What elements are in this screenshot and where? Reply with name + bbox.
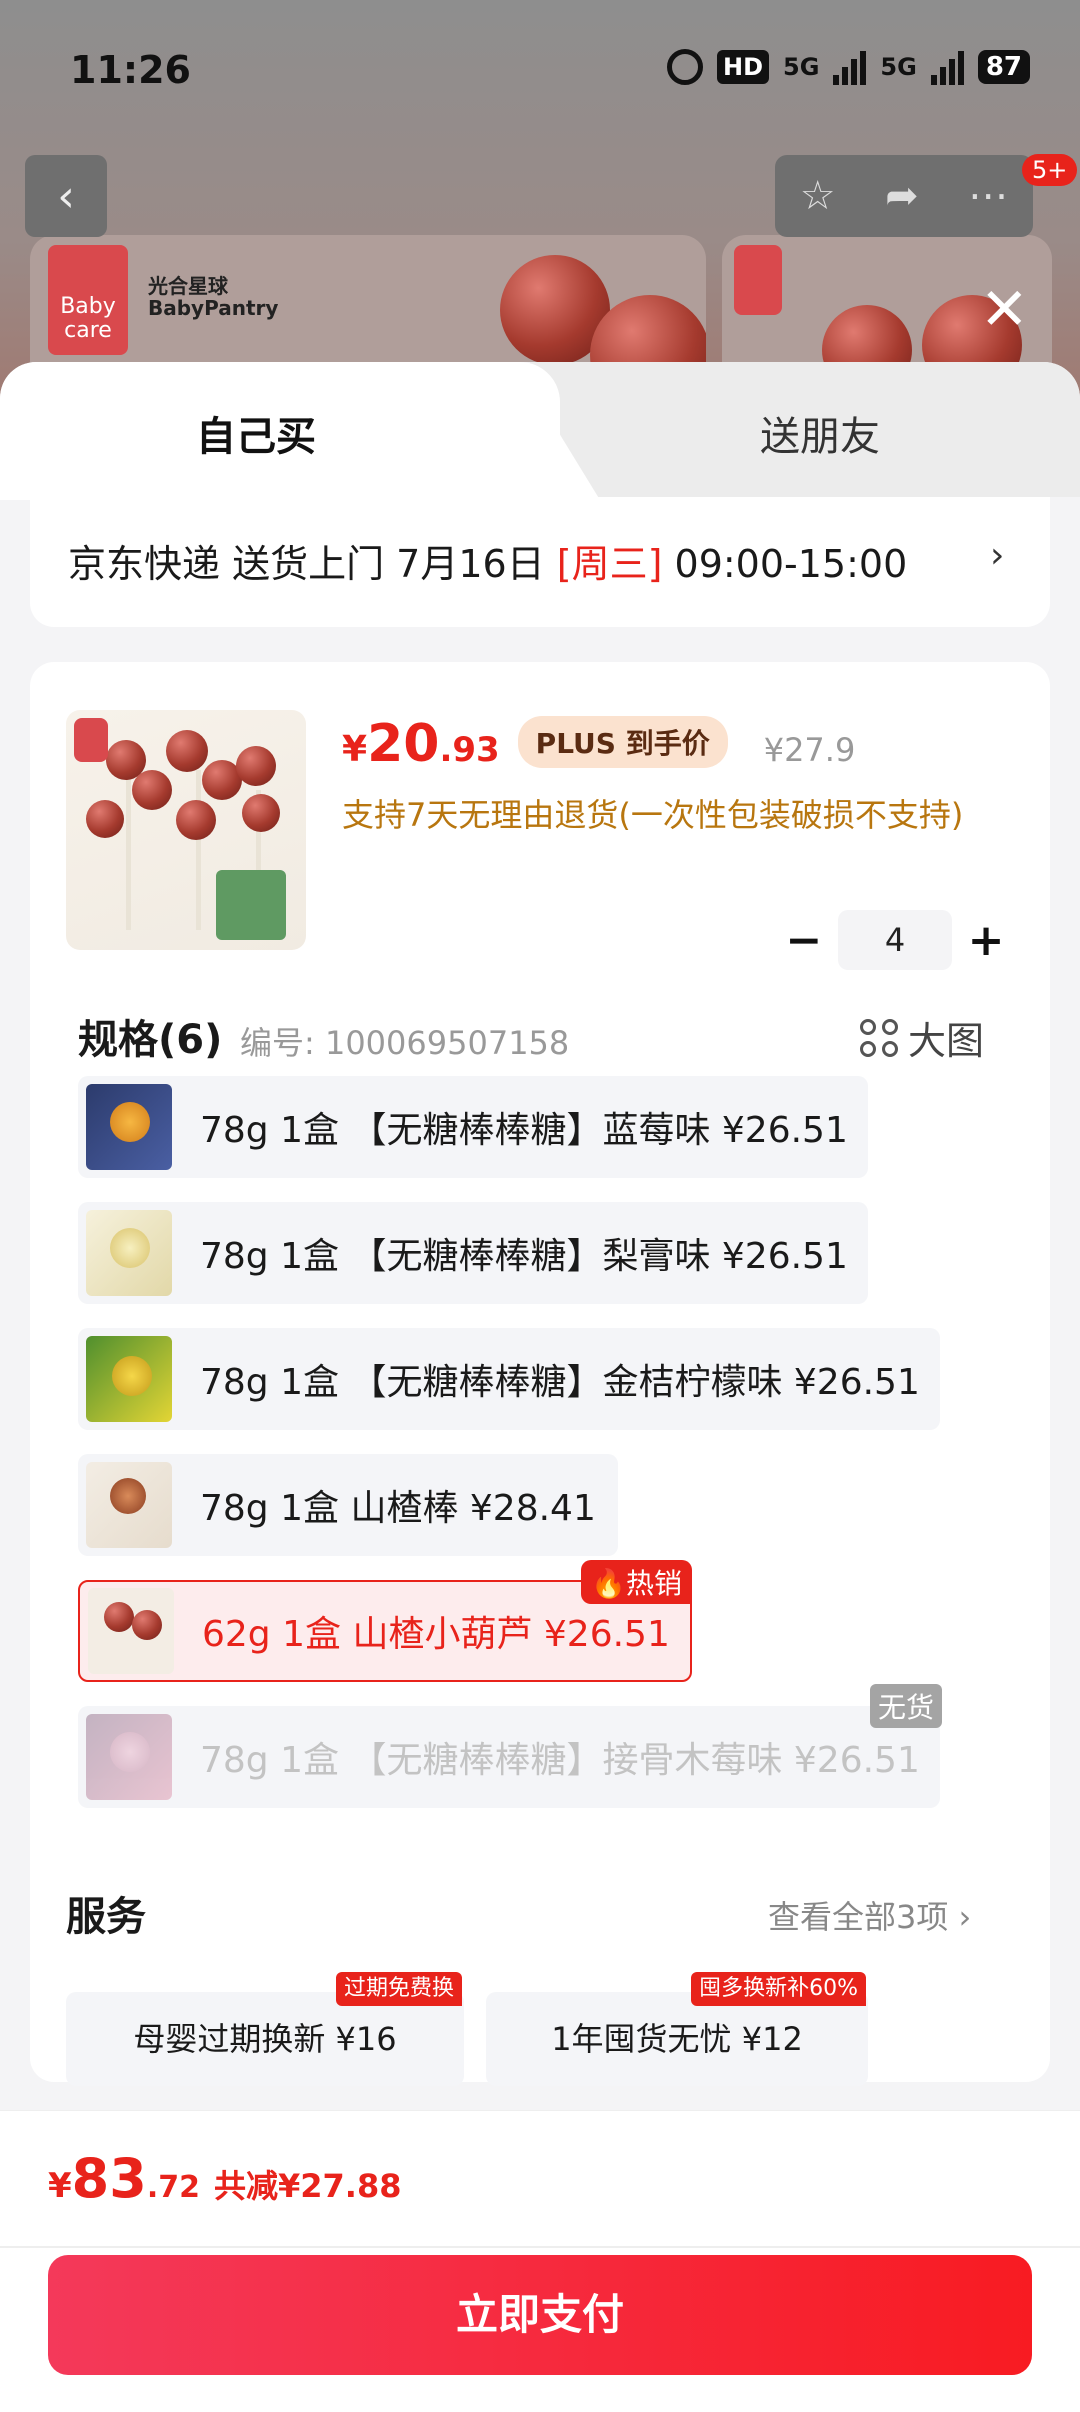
option-label: 78g 1盒 【无糖棒棒糖】金桔柠檬味 ¥26.51 [200, 1362, 920, 1403]
status-time: 11:26 [70, 48, 191, 92]
option-label: 78g 1盒 【无糖棒棒糖】蓝莓味 ¥26.51 [200, 1110, 848, 1151]
option-thumbnail [88, 1588, 174, 1674]
spec-option[interactable]: 78g 1盒 山楂棒 ¥28.41 [78, 1454, 618, 1556]
service-option[interactable]: 母婴过期换新 ¥16 过期免费换 [66, 1972, 464, 2086]
service-title: 服务 [66, 1894, 146, 1940]
product-card: ¥ 20 .93 PLUS 到手价 ¥27.9 支持7天无理由退货(一次性包装破… [30, 662, 1050, 2086]
service-label: 母婴过期换新 ¥16 [133, 2020, 397, 2058]
option-label: 62g 1盒 山楂小葫芦 ¥26.51 [202, 1614, 670, 1655]
back-button[interactable]: ‹ [25, 155, 107, 237]
babycare-logo: Baby care [48, 245, 128, 355]
return-policy: 支持7天无理由退货(一次性包装破损不支持) [342, 796, 964, 834]
close-icon[interactable]: ✕ [980, 275, 1029, 343]
delivery-row[interactable]: 京东快递 送货上门 7月16日 [周三] 09:00-15:00 › [30, 497, 1050, 627]
chevron-right-icon: › [990, 535, 1005, 576]
original-price: ¥27.9 [763, 731, 856, 769]
hd-icon: HD [716, 50, 769, 84]
babycare-logo [74, 718, 108, 762]
spec-option[interactable]: 78g 1盒 【无糖棒棒糖】梨膏味 ¥26.51 [78, 1202, 868, 1304]
notification-badge: 5+ [1022, 154, 1078, 186]
divider [0, 2246, 1080, 2248]
option-thumbnail [86, 1336, 172, 1422]
total-price: ¥ 83 .72 共减¥27.88 [48, 2147, 401, 2210]
spec-option[interactable]: 78g 1盒 【无糖棒棒糖】金桔柠檬味 ¥26.51 [78, 1328, 940, 1430]
service-tag: 过期免费换 [335, 1972, 462, 2006]
battery-icon: 87 [977, 50, 1030, 84]
option-thumbnail [86, 1714, 172, 1800]
signal-icon [833, 49, 867, 85]
quantity-plus-button[interactable]: + [952, 915, 1020, 966]
quantity-input[interactable]: 4 [837, 910, 953, 970]
spec-option[interactable]: 78g 1盒 【无糖棒棒糖】蓝莓味 ¥26.51 [78, 1076, 868, 1178]
background-product-page: Baby care 光合星球 BabyPantry 11:26 HD 5G 5G… [0, 0, 1080, 400]
alarm-icon [666, 48, 703, 86]
tab-self[interactable]: 自己买 [196, 404, 316, 462]
partner-logo: 光合星球 BabyPantry [148, 274, 279, 320]
network-label: 5G [880, 53, 917, 81]
option-thumbnail [86, 1084, 172, 1170]
delivery-weekday: [周三] [556, 542, 663, 586]
service-option[interactable]: 1年囤货无忧 ¥12 囤多换新补60% [486, 1972, 868, 2086]
more-icon[interactable]: ⋯ [968, 173, 1008, 219]
pay-now-button[interactable]: 立即支付 [48, 2255, 1032, 2375]
big-picture-toggle[interactable]: 大图 [860, 1010, 984, 1065]
topnav-actions: ☆ ➦ ⋯ [775, 155, 1033, 237]
product-thumbnail[interactable] [66, 710, 306, 950]
tab-friend[interactable]: 送朋友 [760, 404, 880, 462]
option-label: 78g 1盒 【无糖棒棒糖】接骨木莓味 ¥26.51 [200, 1740, 920, 1781]
quantity-stepper: − 4 + [770, 910, 1020, 970]
quantity-minus-button[interactable]: − [770, 915, 838, 966]
discount-text: 共减¥27.88 [213, 2167, 402, 2205]
signal-icon [930, 49, 964, 85]
currency-symbol: ¥ [48, 2166, 72, 2206]
spec-option-disabled: 78g 1盒 【无糖棒棒糖】接骨木莓味 ¥26.51 无货 [78, 1684, 942, 1808]
service-view-all[interactable]: 查看全部3项 › [768, 1892, 971, 1938]
out-of-stock-badge: 无货 [869, 1684, 942, 1728]
checkout-footer: ¥ 83 .72 共减¥27.88 立即支付 [0, 2110, 1080, 2412]
total-decimal: .72 [146, 2170, 200, 2205]
plus-price-badge: PLUS 到手价 [517, 716, 728, 768]
service-tag: 囤多换新补60% [691, 1972, 866, 2006]
share-icon[interactable]: ➦ [885, 173, 919, 219]
currency-symbol: ¥ [342, 729, 368, 770]
babycare-logo [734, 245, 782, 315]
product-code: 编号: 100069507158 [240, 1024, 570, 1062]
price-integer: 20 [367, 714, 440, 774]
purchase-sheet: 自己买 送朋友 京东快递 送货上门 7月16日 [周三] 09:00-15:00… [0, 362, 1080, 2412]
delivery-text: 京东快递 送货上门 7月16日 [周三] 09:00-15:00 [68, 542, 908, 586]
option-label: 78g 1盒 山楂棒 ¥28.41 [200, 1488, 596, 1529]
big-picture-label: 大图 [908, 1019, 985, 1063]
grid-icon [860, 1018, 898, 1057]
price-row: ¥ 20 .93 PLUS 到手价 ¥27.9 [342, 714, 855, 776]
network-label: 5G [783, 53, 820, 81]
star-icon[interactable]: ☆ [800, 173, 836, 219]
option-thumbnail [86, 1462, 172, 1548]
option-thumbnail [86, 1210, 172, 1296]
product-box [216, 870, 286, 940]
hot-sale-badge: 🔥热销 [581, 1560, 692, 1604]
option-label: 78g 1盒 【无糖棒棒糖】梨膏味 ¥26.51 [200, 1236, 848, 1277]
service-label: 1年囤货无忧 ¥12 [551, 2020, 803, 2058]
chevron-left-icon: ‹ [57, 170, 75, 222]
status-bar: 11:26 HD 5G 5G 87 [0, 0, 1080, 140]
spec-option-selected[interactable]: 62g 1盒 山楂小葫芦 ¥26.51 🔥热销 [78, 1560, 692, 1682]
total-integer: 83 [71, 2147, 147, 2210]
price-decimal: .93 [439, 730, 500, 770]
spec-title: 规格(6) [78, 1017, 223, 1063]
